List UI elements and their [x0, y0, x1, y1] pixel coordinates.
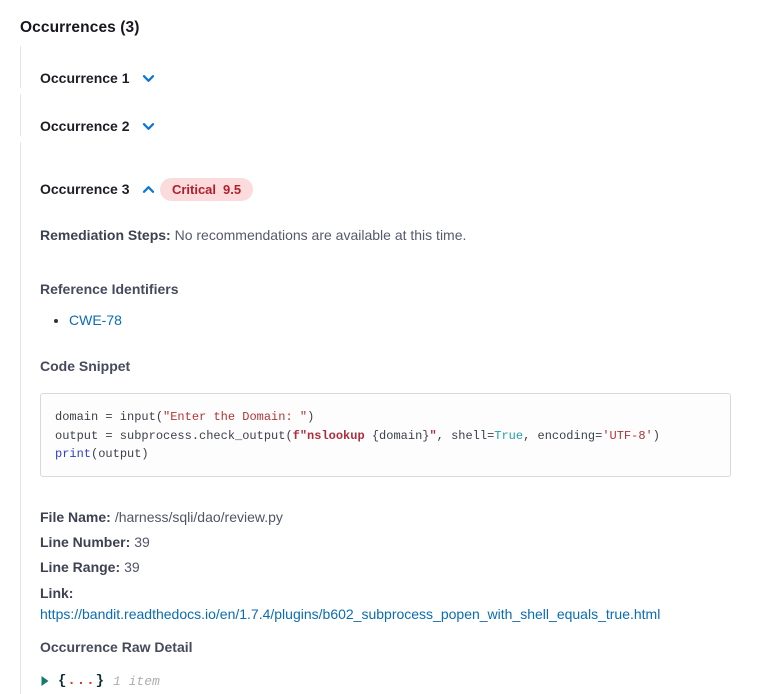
- code-token: ): [307, 410, 314, 424]
- occurrence-2-toggle[interactable]: Occurrence 2: [40, 118, 156, 134]
- chevron-up-icon: [141, 182, 156, 197]
- severity-label: Critical: [172, 182, 216, 197]
- code-token: domain = input(: [55, 410, 163, 424]
- code-token: f"nslookup: [293, 429, 372, 443]
- meta-field-label: Line Range:: [40, 559, 120, 575]
- reference-identifiers-list: CWE-78: [40, 312, 751, 328]
- code-token: {domain}: [372, 429, 430, 443]
- meta-field-value: 39: [124, 559, 140, 575]
- occurrence-link[interactable]: https://bandit.readthedocs.io/en/1.7.4/p…: [40, 606, 660, 622]
- link-row: Link: https://bandit.readthedocs.io/en/1…: [40, 583, 751, 625]
- code-token: (output): [91, 447, 149, 461]
- expand-triangle-icon[interactable]: [40, 675, 50, 687]
- meta-field-row: File Name:/harness/sqli/dao/review.py: [40, 505, 751, 530]
- code-token: ): [653, 429, 660, 443]
- raw-json-viewer: {...} 1 item: [40, 669, 751, 694]
- code-token: ": [429, 429, 436, 443]
- code-token: , shell=: [437, 429, 495, 443]
- occurrence-meta: File Name:/harness/sqli/dao/review.pyLin…: [40, 505, 751, 694]
- reference-identifier-link[interactable]: CWE-78: [69, 312, 122, 328]
- remediation-steps: Remediation Steps: No recommendations ar…: [40, 227, 751, 243]
- occurrence-3-label: Occurrence 3: [40, 181, 130, 197]
- code-snippet-text: domain = input("Enter the Domain: ") out…: [55, 408, 716, 464]
- meta-field-value: 39: [134, 534, 150, 550]
- json-collapsed-object[interactable]: {...}: [58, 669, 105, 694]
- occurrence-1-section: Occurrence 1: [20, 46, 751, 88]
- meta-field-row: Line Range:39: [40, 555, 751, 580]
- code-token: "Enter the Domain: ": [163, 410, 307, 424]
- code-snippet-heading: Code Snippet: [40, 358, 751, 374]
- chevron-down-icon: [141, 71, 156, 86]
- meta-field-value: /harness/sqli/dao/review.py: [115, 509, 283, 525]
- meta-field-row: Line Number:39: [40, 530, 751, 555]
- code-token: output = subprocess.check_output(: [55, 429, 293, 443]
- occurrences-panel: Occurrences (3) Occurrence 1 Occurrence …: [0, 0, 771, 650]
- code-token: True: [494, 429, 523, 443]
- occurrence-1-label: Occurrence 1: [40, 70, 130, 86]
- remediation-label: Remediation Steps:: [40, 227, 171, 243]
- remediation-text: No recommendations are available at this…: [175, 227, 467, 243]
- chevron-down-icon: [141, 119, 156, 134]
- occurrence-1-toggle[interactable]: Occurrence 1: [40, 70, 156, 86]
- occurrence-3-toggle[interactable]: Occurrence 3: [40, 181, 156, 197]
- code-token: print: [55, 447, 91, 461]
- code-token: , encoding=: [523, 429, 602, 443]
- page-title: Occurrences (3): [20, 19, 751, 37]
- meta-field-label: File Name:: [40, 509, 111, 525]
- json-item-count: 1 item: [113, 669, 160, 694]
- reference-identifiers-heading: Reference Identifiers: [40, 281, 751, 297]
- json-ellipsis: ...: [67, 673, 95, 689]
- code-token: 'UTF-8': [602, 429, 652, 443]
- occurrence-2-label: Occurrence 2: [40, 118, 130, 134]
- meta-fields: File Name:/harness/sqli/dao/review.pyLin…: [40, 505, 751, 580]
- occurrence-3-section: Occurrence 3 Critical 9.5 Remediation St…: [20, 142, 751, 694]
- occurrence-raw-detail-heading: Occurrence Raw Detail: [40, 635, 751, 660]
- meta-field-label: Line Number:: [40, 534, 130, 550]
- severity-badge: Critical 9.5: [160, 178, 253, 201]
- link-label: Link:: [40, 585, 73, 601]
- severity-score: 9.5: [223, 182, 241, 197]
- reference-identifier-item: CWE-78: [69, 312, 751, 328]
- code-snippet-block: domain = input("Enter the Domain: ") out…: [40, 393, 731, 477]
- occurrence-2-section: Occurrence 2: [20, 94, 751, 136]
